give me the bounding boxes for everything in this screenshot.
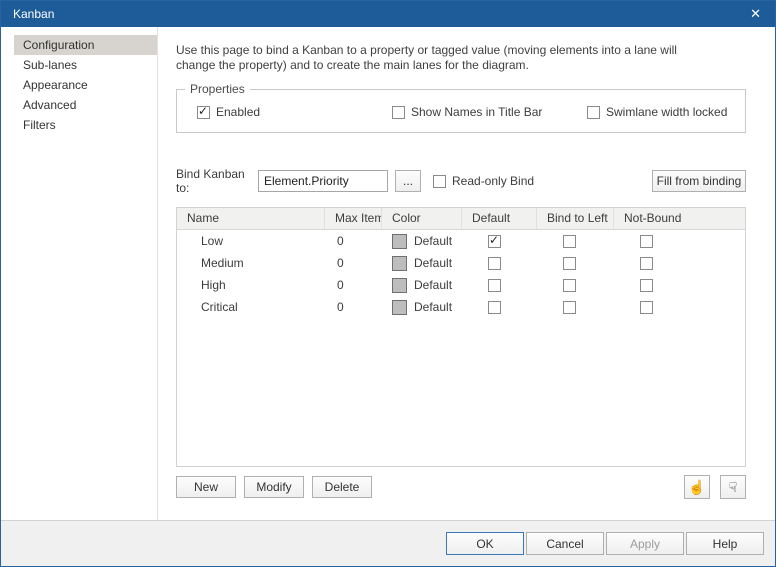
lanes-table-header: Name Max Items Color Default Bind to Lef… xyxy=(177,208,745,230)
lane-max-items: 0 xyxy=(337,278,344,292)
color-swatch xyxy=(392,277,407,293)
lane-max-items: 0 xyxy=(337,300,344,314)
sidebar-item-sub-lanes[interactable]: Sub-lanes xyxy=(14,55,157,75)
color-label: Default xyxy=(414,256,453,270)
lane-name: Critical xyxy=(201,300,238,314)
bind-to-left-checkbox[interactable] xyxy=(563,300,576,314)
header-name: Name xyxy=(177,208,325,229)
table-row[interactable]: Medium 0 Default xyxy=(177,252,745,274)
read-only-bind-checkbox[interactable] xyxy=(433,174,446,188)
lane-max-items: 0 xyxy=(337,256,344,270)
header-max-items: Max Items xyxy=(325,208,382,229)
header-bind-to-left: Bind to Left xyxy=(537,208,614,229)
header-color: Color xyxy=(382,208,462,229)
lane-actions: New Modify Delete ☝ ☟ xyxy=(176,475,746,499)
window-title: Kanban xyxy=(13,7,55,21)
description-line-1: Use this page to bind a Kanban to a prop… xyxy=(176,43,677,57)
sidebar-item-configuration[interactable]: Configuration xyxy=(14,35,157,55)
not-bound-checkbox[interactable] xyxy=(640,256,653,270)
show-names-checkbox-label: Show Names in Title Bar xyxy=(411,105,543,119)
hand-down-icon: ☟ xyxy=(728,479,738,495)
swimlane-width-locked-checkbox-label: Swimlane width locked xyxy=(606,105,728,119)
enabled-checkbox[interactable] xyxy=(197,104,210,119)
cancel-button[interactable]: Cancel xyxy=(526,532,604,555)
sidebar-item-appearance[interactable]: Appearance xyxy=(14,75,157,95)
bind-to-left-checkbox[interactable] xyxy=(563,256,576,270)
lanes-table: Name Max Items Color Default Bind to Lef… xyxy=(176,207,746,467)
default-checkbox[interactable] xyxy=(488,234,501,248)
bind-kanban-input[interactable] xyxy=(258,170,388,192)
sidebar-item-advanced[interactable]: Advanced xyxy=(14,95,157,115)
read-only-bind-label: Read-only Bind xyxy=(452,174,535,188)
color-label: Default xyxy=(414,300,453,314)
lane-max-items: 0 xyxy=(337,234,344,248)
close-icon[interactable]: ✕ xyxy=(746,6,765,22)
bind-to-left-checkbox[interactable] xyxy=(563,234,576,248)
new-button[interactable]: New xyxy=(176,476,236,498)
help-button[interactable]: Help xyxy=(686,532,764,555)
lane-name: Medium xyxy=(201,256,244,270)
not-bound-checkbox[interactable] xyxy=(640,234,653,248)
header-not-bound: Not-Bound xyxy=(624,211,682,225)
default-checkbox[interactable] xyxy=(488,278,501,292)
sidebar-item-filters[interactable]: Filters xyxy=(14,115,157,135)
swimlane-width-locked-checkbox[interactable] xyxy=(587,105,600,119)
table-row[interactable]: High 0 Default xyxy=(177,274,745,296)
bind-kanban-label: Bind Kanban to: xyxy=(176,167,245,195)
title-bar: Kanban ✕ xyxy=(1,1,775,27)
default-checkbox[interactable] xyxy=(488,300,501,314)
show-names-checkbox[interactable] xyxy=(392,105,405,119)
bind-kanban-row: Bind Kanban to: ... Read-only Bind Fill … xyxy=(176,167,746,195)
lane-name: Low xyxy=(201,234,224,248)
page-description: Use this page to bind a Kanban to a prop… xyxy=(176,43,762,73)
bind-to-left-checkbox[interactable] xyxy=(563,278,576,292)
color-label: Default xyxy=(414,234,453,248)
hand-up-icon: ☝ xyxy=(688,479,706,495)
modify-button[interactable]: Modify xyxy=(244,476,304,498)
color-swatch xyxy=(392,299,407,315)
fill-from-binding-button[interactable]: Fill from binding xyxy=(652,170,746,192)
hand-up-icon-button[interactable]: ☝ xyxy=(684,475,710,499)
enabled-checkbox-label: Enabled xyxy=(216,105,261,119)
color-label: Default xyxy=(414,278,453,292)
kanban-dialog: Kanban ✕ Configuration Sub-lanes Appeara… xyxy=(0,0,776,567)
lane-name: High xyxy=(201,278,226,292)
delete-button[interactable]: Delete xyxy=(312,476,372,498)
hand-down-icon-button[interactable]: ☟ xyxy=(720,475,746,499)
table-row[interactable]: Low 0 Default xyxy=(177,230,745,252)
dialog-footer: OK Cancel Apply Help xyxy=(1,520,775,566)
color-swatch xyxy=(392,233,407,249)
main-panel: Use this page to bind a Kanban to a prop… xyxy=(158,27,775,520)
default-checkbox[interactable] xyxy=(488,256,501,270)
apply-button[interactable]: Apply xyxy=(606,532,684,555)
ok-button[interactable]: OK xyxy=(446,532,524,555)
properties-group-title: Properties xyxy=(185,82,250,96)
browse-button[interactable]: ... xyxy=(395,170,421,192)
table-row[interactable]: Critical 0 Default xyxy=(177,296,745,318)
header-default: Default xyxy=(462,208,537,229)
sidebar: Configuration Sub-lanes Appearance Advan… xyxy=(1,27,158,520)
properties-group: Properties Enabled Show Names in Title B… xyxy=(176,82,746,133)
color-swatch xyxy=(392,255,407,271)
not-bound-checkbox[interactable] xyxy=(640,300,653,314)
not-bound-checkbox[interactable] xyxy=(640,278,653,292)
description-line-2: change the property) and to create the m… xyxy=(176,58,529,72)
